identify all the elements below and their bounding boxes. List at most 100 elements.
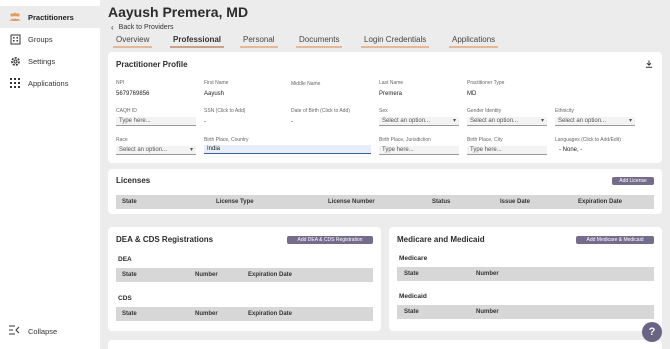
dea-cds-card: DEA & CDS Registrations Add DEA & CDS Re… (108, 227, 381, 331)
back-link[interactable]: ‹ Back to Providers (111, 23, 174, 32)
column-header[interactable]: Number (476, 309, 499, 315)
medicaid-table-header: State Number (397, 305, 654, 319)
dob-value[interactable]: - (291, 119, 293, 125)
column-header[interactable]: Issue Date (500, 199, 530, 205)
medicaid-subtitle: Medicaid (399, 293, 427, 300)
birth-jurisdiction-label: Birth Place, Jurisdiction (379, 137, 431, 143)
birth-city-label: Birth Place, City (467, 137, 503, 143)
column-header[interactable]: License Type (216, 199, 254, 205)
ethnicity-select[interactable]: Select an option... (555, 117, 635, 126)
race-label: Race (116, 137, 128, 143)
back-link-label: Back to Providers (118, 24, 174, 31)
last-name-value[interactable]: Premera (379, 91, 402, 97)
collapse-button[interactable]: Collapse (0, 321, 100, 341)
last-name-label: Last Name (379, 80, 404, 86)
birth-jurisdiction-input[interactable]: Type here... (379, 146, 459, 155)
column-header[interactable]: Status (432, 199, 450, 205)
tab-label: Professional (173, 35, 222, 44)
middle-name-label: Middle Name (291, 81, 321, 87)
sidebar-item-groups[interactable]: Groups (0, 28, 100, 50)
tab-underline (361, 46, 430, 48)
column-header[interactable]: Number (476, 271, 499, 277)
card-title: Practitioner Profile (116, 60, 188, 69)
tab-underline (296, 46, 343, 48)
medicare-table-header: State Number (397, 267, 654, 281)
npi-value: 5679769856 (116, 91, 150, 97)
licenses-card: Licenses Add License State License Type … (108, 169, 662, 214)
sidebar-item-settings[interactable]: Settings (0, 50, 100, 72)
practitioner-type-label: Practitioner Type (467, 80, 505, 86)
gender-identity-select[interactable]: Select an option... (467, 117, 547, 126)
column-header[interactable]: Number (195, 272, 218, 278)
building-icon (9, 33, 21, 45)
sidebar-item-label: Practitioners (28, 12, 74, 22)
tab-underline (170, 46, 225, 48)
tab-label: Login Credentials (364, 35, 427, 44)
languages-label: Languages (Click to Add/Edit) (555, 137, 621, 143)
card-title: Licenses (116, 176, 151, 185)
tab-label: Overview (116, 35, 150, 44)
tab-underline (240, 46, 278, 48)
gear-icon (9, 55, 21, 67)
npi-label: NPI (116, 80, 125, 86)
column-header[interactable]: State (122, 311, 137, 317)
tab-label: Applications (452, 35, 496, 44)
caqh-id-label: CAQH ID (116, 108, 137, 114)
ssn-value[interactable]: - (204, 119, 206, 125)
column-header[interactable]: State (122, 272, 137, 278)
tab-applications[interactable]: Applications (449, 35, 499, 48)
add-license-button[interactable]: Add License (612, 177, 654, 185)
dea-subtitle: DEA (118, 256, 132, 263)
help-button[interactable]: ? (642, 322, 662, 342)
tab-label: Documents (299, 35, 340, 44)
sex-select[interactable]: Select an option... (379, 117, 459, 126)
birth-city-input[interactable]: Type here... (467, 146, 547, 155)
dob-label: Date of Birth (Click to Add) (291, 108, 350, 114)
column-header[interactable]: State (404, 309, 419, 315)
caqh-id-input[interactable]: Type here... (116, 117, 196, 126)
add-dea-cds-button[interactable]: Add DEA & CDS Registration (287, 236, 373, 244)
card-title: Medicare and Medicaid (397, 235, 485, 244)
column-header[interactable]: Expiration Date (248, 272, 292, 278)
sidebar-item-practitioners[interactable]: Practitioners (0, 6, 100, 28)
sex-label: Sex (379, 108, 388, 114)
ssn-label: SSN (Click to Add) (204, 108, 246, 114)
tab-documents[interactable]: Documents (296, 35, 343, 48)
licenses-table-header: State License Type License Number Status… (116, 195, 654, 209)
cds-table-header: State Number Expiration Date (116, 307, 373, 321)
tab-underline (449, 46, 499, 48)
first-name-label: First Name (204, 80, 229, 86)
grid-icon (9, 77, 21, 89)
ethnicity-label: Ethnicity (555, 108, 574, 114)
column-header[interactable]: Number (195, 311, 218, 317)
tab-overview[interactable]: Overview (113, 35, 153, 48)
collapse-icon (9, 325, 21, 337)
tab-personal[interactable]: Personal (240, 35, 278, 48)
first-name-value[interactable]: Aayush (204, 91, 224, 97)
practitioner-type-value[interactable]: MD (467, 91, 476, 97)
column-header[interactable]: Expiration Date (248, 311, 292, 317)
tab-login-credentials[interactable]: Login Credentials (361, 35, 430, 48)
birth-country-input[interactable]: India (204, 145, 371, 154)
tab-underline (113, 46, 153, 48)
tab-professional[interactable]: Professional (170, 35, 225, 48)
download-icon[interactable] (645, 60, 653, 70)
collapse-label: Collapse (28, 326, 58, 336)
sidebar: Practitioners Groups Settings Applicatio… (0, 0, 100, 349)
add-medicare-medicaid-button[interactable]: Add Medicare & Medicaid (576, 236, 654, 244)
column-header[interactable]: State (404, 271, 419, 277)
sidebar-item-label: Groups (28, 34, 53, 44)
page-title: Aayush Premera, MD (108, 4, 249, 20)
gender-identity-label: Gender Identity (467, 108, 502, 114)
dea-table-header: State Number Expiration Date (116, 268, 373, 282)
race-select[interactable]: Select an option... (116, 146, 196, 155)
column-header[interactable]: License Number (328, 199, 375, 205)
sidebar-item-applications[interactable]: Applications (0, 72, 100, 94)
column-header[interactable]: State (122, 199, 137, 205)
tab-label: Personal (243, 35, 275, 44)
sidebar-item-label: Settings (28, 56, 56, 66)
card-title: DEA & CDS Registrations (116, 235, 214, 244)
languages-value[interactable]: - None, - (559, 147, 582, 153)
practitioner-profile-card: Practitioner Profile NPI 5679769856 Firs… (108, 52, 662, 163)
column-header[interactable]: Expiration Date (578, 199, 622, 205)
